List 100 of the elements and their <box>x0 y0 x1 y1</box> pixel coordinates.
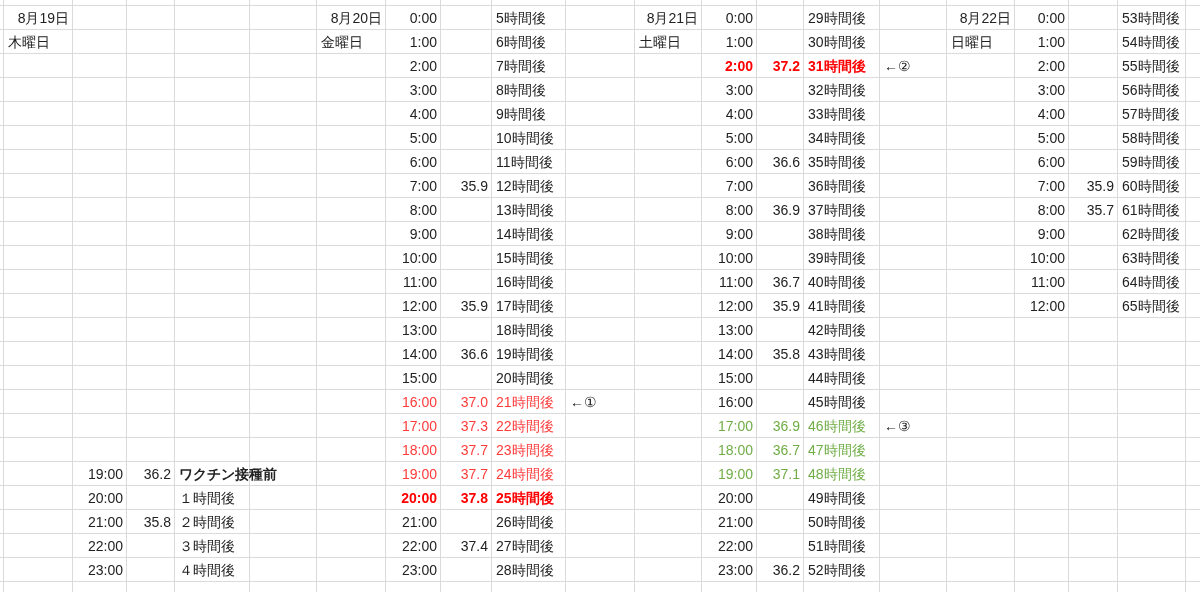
time-cell-text: 2:00 <box>723 56 754 76</box>
time-cell-text: 20:00 <box>400 488 438 508</box>
temperature-cell-text: 35.9 <box>1085 176 1115 196</box>
elapsed-time-cell-text: 7時間後 <box>495 56 547 76</box>
time-cell-text: 20:00 <box>716 488 754 508</box>
elapsed-time-cell-text: 53時間後 <box>1121 8 1181 28</box>
temperature-cell-text: 35.8 <box>771 344 801 364</box>
elapsed-time-cell-text: 30時間後 <box>807 32 867 52</box>
elapsed-time-cell-text: 55時間後 <box>1121 56 1181 76</box>
time-cell-text: 23:00 <box>400 560 438 580</box>
time-cell-text: 10:00 <box>400 248 438 268</box>
elapsed-time-cell-text: 25時間後 <box>495 488 555 508</box>
elapsed-time-cell-text: 38時間後 <box>807 224 867 244</box>
time-cell-text: 11:00 <box>718 272 754 292</box>
elapsed-time-cell-text: 36時間後 <box>807 176 867 196</box>
elapsed-time-cell-text: 40時間後 <box>807 272 867 292</box>
elapsed-time-cell-text: 33時間後 <box>807 104 867 124</box>
time-cell-text: 6:00 <box>1036 152 1066 172</box>
time-cell-text: 1:00 <box>724 32 754 52</box>
time-cell-text: 13:00 <box>716 320 754 340</box>
time-cell-text: 16:00 <box>716 392 754 412</box>
elapsed-time-cell-text: 5時間後 <box>495 8 547 28</box>
elapsed-time-cell-text: ４時間後 <box>178 560 236 580</box>
temperature-cell-text: 35.7 <box>1085 200 1115 220</box>
weekday-cell-text: 土曜日 <box>638 32 682 52</box>
elapsed-time-cell-text: 57時間後 <box>1121 104 1181 124</box>
elapsed-time-cell-text: 24時間後 <box>495 464 555 484</box>
time-cell-text: 5:00 <box>724 128 754 148</box>
elapsed-time-cell-text: 19時間後 <box>495 344 555 364</box>
time-cell-text: 17:00 <box>400 416 438 436</box>
time-cell-text: 11:00 <box>402 272 438 292</box>
time-cell-text: 15:00 <box>400 368 438 388</box>
elapsed-time-cell-text: 13時間後 <box>495 200 555 220</box>
time-cell-text: 18:00 <box>716 440 754 460</box>
time-cell-text: 4:00 <box>408 104 438 124</box>
time-cell-text: 21:00 <box>716 512 754 532</box>
time-cell-text: 8:00 <box>408 200 438 220</box>
elapsed-time-cell-text: 14時間後 <box>495 224 555 244</box>
time-cell-text: 9:00 <box>724 224 754 244</box>
time-cell-text: 10:00 <box>716 248 754 268</box>
time-cell-text: 19:00 <box>716 464 754 484</box>
time-cell-text: 1:00 <box>1036 32 1066 52</box>
elapsed-time-cell-text: 6時間後 <box>495 32 547 52</box>
elapsed-time-cell-text: 54時間後 <box>1121 32 1181 52</box>
time-cell-text: 17:00 <box>716 416 754 436</box>
time-cell-text: 8:00 <box>724 200 754 220</box>
time-cell-text: 16:00 <box>400 392 438 412</box>
elapsed-time-cell-text: 31時間後 <box>807 56 867 76</box>
temperature-cell-text: 36.7 <box>771 440 801 460</box>
elapsed-time-cell-text: 16時間後 <box>495 272 555 292</box>
elapsed-time-cell-text: 17時間後 <box>495 296 555 316</box>
temperature-cell-text: 37.8 <box>459 488 489 508</box>
time-cell-text: 21:00 <box>400 512 438 532</box>
time-cell-text: 19:00 <box>400 464 438 484</box>
elapsed-time-cell-text: 47時間後 <box>807 440 867 460</box>
time-cell-text: 5:00 <box>408 128 438 148</box>
time-cell-text: 18:00 <box>400 440 438 460</box>
elapsed-time-cell-text: 43時間後 <box>807 344 867 364</box>
elapsed-time-cell-text: 9時間後 <box>495 104 547 124</box>
time-cell-text: 4:00 <box>1036 104 1066 124</box>
time-cell-text: 0:00 <box>408 8 438 28</box>
temperature-cell-text: 37.3 <box>459 416 489 436</box>
temperature-cell-text: 36.9 <box>771 200 801 220</box>
temperature-cell-text: 37.7 <box>459 464 489 484</box>
elapsed-time-cell-text: 59時間後 <box>1121 152 1181 172</box>
elapsed-time-cell-text: 26時間後 <box>495 512 555 532</box>
date-cell-text: 8月20日 <box>329 8 383 28</box>
note-cell-text: ←① <box>569 392 598 412</box>
elapsed-time-cell-text: 8時間後 <box>495 80 547 100</box>
temperature-cell-text: 37.1 <box>771 464 801 484</box>
note-cell-text: ←③ <box>883 416 912 436</box>
temperature-cell-text: 36.2 <box>771 560 801 580</box>
time-cell-text: 7:00 <box>408 176 438 196</box>
time-cell-text: 21:00 <box>86 512 124 532</box>
time-cell-text: 8:00 <box>1036 200 1066 220</box>
elapsed-time-cell-text: 21時間後 <box>495 392 555 412</box>
time-cell-text: 3:00 <box>724 80 754 100</box>
elapsed-time-cell-text: 52時間後 <box>807 560 867 580</box>
elapsed-time-cell-text: 63時間後 <box>1121 248 1181 268</box>
temperature-cell-text: 36.2 <box>142 464 172 484</box>
elapsed-time-cell-text: 29時間後 <box>807 8 867 28</box>
date-cell-text: 8月22日 <box>958 8 1012 28</box>
elapsed-time-cell-text: 12時間後 <box>495 176 555 196</box>
elapsed-time-cell-text: 37時間後 <box>807 200 867 220</box>
elapsed-time-cell-text: 39時間後 <box>807 248 867 268</box>
time-cell-text: 10:00 <box>1028 248 1066 268</box>
temperature-cell-text: 35.9 <box>459 176 489 196</box>
time-cell-text: 0:00 <box>724 8 754 28</box>
elapsed-time-cell-text: 58時間後 <box>1121 128 1181 148</box>
temperature-cell-text: 37.0 <box>459 392 489 412</box>
elapsed-time-cell-text: 22時間後 <box>495 416 555 436</box>
time-cell-text: 22:00 <box>86 536 124 556</box>
time-cell-text: 7:00 <box>724 176 754 196</box>
time-cell-text: 22:00 <box>400 536 438 556</box>
elapsed-time-cell-text: 65時間後 <box>1121 296 1181 316</box>
elapsed-time-cell-text: 51時間後 <box>807 536 867 556</box>
date-cell-text: 8月21日 <box>645 8 699 28</box>
time-cell-text: 22:00 <box>716 536 754 556</box>
elapsed-time-cell-text: ３時間後 <box>178 536 236 556</box>
time-cell-text: 2:00 <box>408 56 438 76</box>
